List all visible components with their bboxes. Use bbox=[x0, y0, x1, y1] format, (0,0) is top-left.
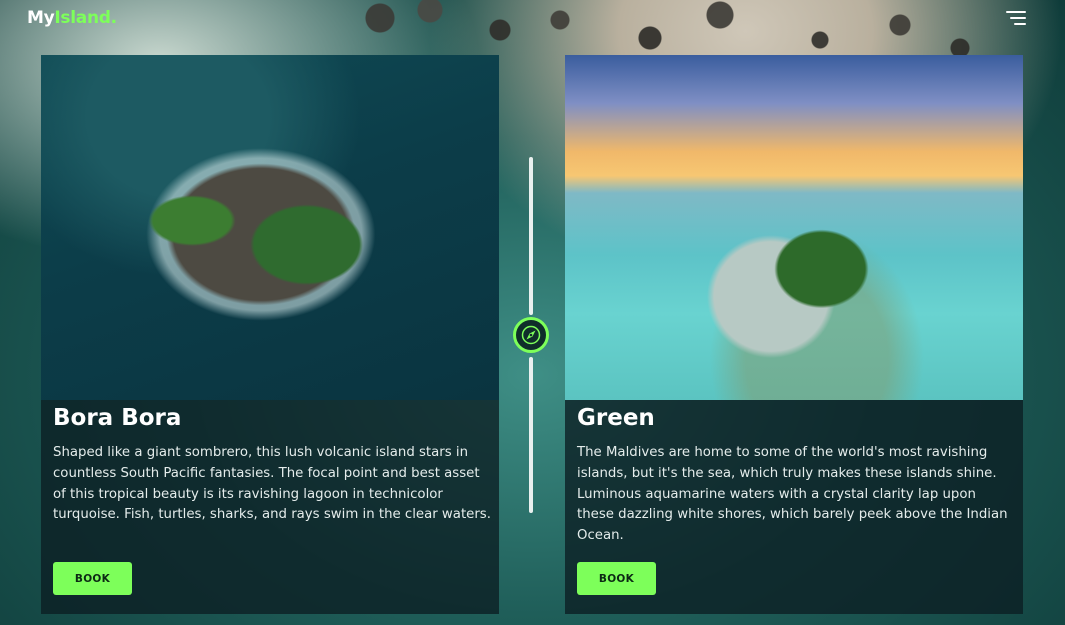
island-photo-bora-bora bbox=[41, 55, 499, 400]
logo-accent: Island bbox=[54, 8, 111, 28]
island-photo-green bbox=[565, 55, 1023, 400]
site-logo[interactable]: MyIsland. bbox=[27, 8, 117, 28]
book-button[interactable]: BOOK bbox=[577, 562, 656, 595]
card-title: Bora Bora bbox=[53, 405, 182, 431]
divider-line-bottom bbox=[529, 357, 533, 513]
island-card-green: Green The Maldives are home to some of t… bbox=[565, 55, 1023, 614]
book-button[interactable]: BOOK bbox=[53, 562, 132, 595]
divider-line-top bbox=[529, 157, 533, 315]
compass-button[interactable] bbox=[513, 317, 549, 353]
menu-line bbox=[1014, 23, 1026, 25]
logo-prefix: My bbox=[27, 8, 55, 28]
card-description: The Maldives are home to some of the wor… bbox=[577, 445, 1008, 544]
compass-icon bbox=[521, 325, 541, 345]
logo-suffix: . bbox=[110, 8, 117, 28]
card-description: Shaped like a giant sombrero, this lush … bbox=[53, 445, 491, 523]
menu-line bbox=[1010, 17, 1026, 19]
card-title: Green bbox=[577, 405, 655, 431]
island-card-bora-bora: Bora Bora Shaped like a giant sombrero, … bbox=[41, 55, 499, 614]
hamburger-menu-icon[interactable] bbox=[1004, 10, 1026, 26]
menu-line bbox=[1006, 11, 1026, 13]
